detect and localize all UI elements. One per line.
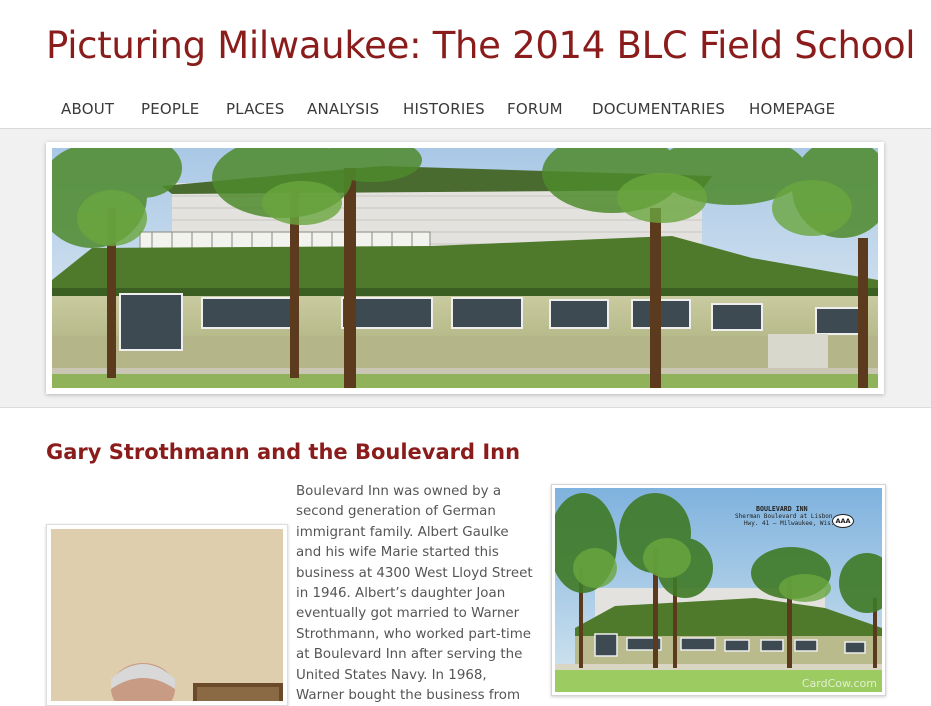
portrait-photo — [51, 529, 283, 701]
nav-analysis[interactable]: ANALYSIS — [307, 100, 379, 118]
body-line: business at 4300 West Lloyd Street — [296, 565, 533, 581]
body-line: immigrant family. Albert Gaulke — [296, 524, 509, 540]
watermark: CardCow.com — [801, 677, 877, 690]
site-title[interactable]: Picturing Milwaukee: The 2014 BLC Field … — [46, 24, 916, 67]
nav-people[interactable]: PEOPLE — [141, 100, 199, 118]
main-nav: ABOUT PEOPLE PLACES ANALYSIS HISTORIES F… — [0, 92, 931, 129]
hero-image — [46, 142, 884, 394]
body-line: eventually got married to Warner — [296, 606, 520, 622]
portrait-image — [46, 524, 288, 706]
body-line: and his wife Marie started this — [296, 545, 499, 561]
body-line: Strothmann, who worked part-time — [296, 626, 531, 642]
nav-places[interactable]: PLACES — [226, 100, 284, 118]
article-body: Boulevard Inn was owned by a second gene… — [296, 482, 533, 706]
body-line: United States Navy. In 1968, — [296, 667, 487, 683]
body-line: in 1946. Albert’s daughter Joan — [296, 586, 506, 602]
postcard-subtitle: Sherman Boulevard at Lisbon — [735, 513, 833, 520]
aaa-badge: AAA — [832, 514, 854, 528]
nav-forum[interactable]: FORUM — [507, 100, 563, 118]
nav-homepage[interactable]: HOMEPAGE — [749, 100, 835, 118]
postcard-address: Hwy. 41 – Milwaukee, Wis. — [744, 520, 835, 527]
hero-illustration — [52, 148, 878, 388]
body-line: at Boulevard Inn after serving the — [296, 647, 523, 663]
body-line: second generation of German — [296, 504, 496, 520]
nav-about[interactable]: ABOUT — [61, 100, 114, 118]
article-title: Gary Strothmann and the Boulevard Inn — [46, 440, 521, 464]
nav-histories[interactable]: HISTORIES — [403, 100, 485, 118]
body-line: Boulevard Inn was owned by a — [296, 484, 502, 499]
body-line: Warner bought the business from — [296, 688, 521, 704]
nav-documentaries[interactable]: DOCUMENTARIES — [592, 100, 725, 118]
postcard-title: BOULEVARD INN — [756, 505, 808, 513]
postcard-image: BOULEVARD INN Sherman Boulevard at Lisbo… — [551, 484, 886, 696]
